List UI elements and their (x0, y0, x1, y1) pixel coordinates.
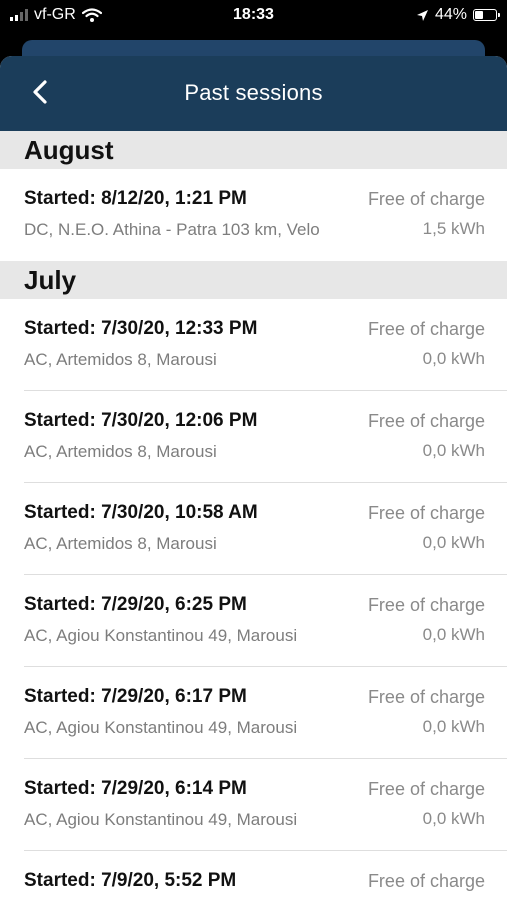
session-energy: 0,0 kWh (422, 349, 485, 368)
session-price: Free of charge (367, 687, 485, 707)
section-header-august: August (0, 131, 507, 169)
section-header-july: July (0, 261, 507, 299)
session-start-time: Started: 7/30/20, 10:58 AM (24, 502, 258, 523)
session-row[interactable]: Started: 8/12/20, 1:21 PM DC, N.E.O. Athi… (0, 169, 507, 261)
session-start-time: Started: 7/29/20, 6:17 PM (24, 686, 247, 707)
session-location: AC, Artemidos 8, Marousi (24, 534, 217, 553)
session-price: Free of charge (367, 189, 485, 209)
session-energy: 0,0 kWh (422, 533, 485, 552)
status-bar: vf-GR 18:33 44% (0, 0, 507, 32)
session-row[interactable]: Started: 7/29/20, 6:17 PM AC, Agiou Konst… (0, 667, 507, 759)
session-start-time: Started: 7/29/20, 6:14 PM (24, 778, 247, 799)
session-price: Free of charge (367, 503, 485, 523)
session-row[interactable]: Started: 7/29/20, 6:25 PM AC, Agiou Konst… (0, 575, 507, 667)
session-price: Free of charge (367, 411, 485, 431)
session-row[interactable]: Started: 7/30/20, 10:58 AM AC, Artemidos … (0, 483, 507, 575)
session-price: Free of charge (367, 319, 485, 339)
session-price: Free of charge (367, 871, 485, 891)
past-sessions-sheet: Past sessions August Started: 8/12/20, 1:… (0, 56, 507, 900)
session-energy: 0,0 kWh (422, 717, 485, 736)
header-bar: Past sessions (0, 56, 507, 131)
page-title: Past sessions (184, 80, 323, 105)
session-start-time: Started: 7/9/20, 5:52 PM (24, 870, 237, 891)
session-row[interactable]: Started: 7/30/20, 12:33 PM AC, Artemidos … (0, 299, 507, 391)
session-energy: 0,0 kWh (422, 809, 485, 828)
session-row[interactable]: Started: 7/9/20, 5:52 PM Free of charge (0, 851, 507, 900)
session-location: AC, Agiou Konstantinou 49, Marousi (24, 810, 298, 829)
battery-percent: 44% (434, 6, 467, 23)
battery-icon (473, 9, 500, 21)
session-energy: 0,0 kWh (422, 441, 485, 460)
location-arrow-icon (416, 9, 428, 21)
session-row[interactable]: Started: 7/30/20, 12:06 PM AC, Artemidos … (0, 391, 507, 483)
session-location: AC, Artemidos 8, Marousi (24, 442, 217, 461)
session-start-time: Started: 7/30/20, 12:33 PM (24, 318, 258, 339)
status-right: 44% (416, 6, 500, 24)
session-row[interactable]: Started: 7/29/20, 6:14 PM AC, Agiou Konst… (0, 759, 507, 851)
session-location: DC, N.E.O. Athina - Patra 103 km, Velo (24, 220, 320, 239)
session-location: AC, Artemidos 8, Marousi (24, 350, 217, 369)
session-price: Free of charge (367, 595, 485, 615)
session-start-time: Started: 7/29/20, 6:25 PM (24, 594, 247, 615)
session-price: Free of charge (367, 779, 485, 799)
session-location: AC, Agiou Konstantinou 49, Marousi (24, 626, 298, 645)
sessions-list[interactable]: August Started: 8/12/20, 1:21 PM DC, N.E.O… (0, 131, 507, 900)
session-start-time: Started: 7/30/20, 12:06 PM (24, 410, 258, 431)
session-energy: 0,0 kWh (422, 625, 485, 644)
session-energy: 1,5 kWh (422, 219, 485, 238)
session-start-time: Started: 8/12/20, 1:21 PM (24, 188, 247, 209)
session-location: AC, Agiou Konstantinou 49, Marousi (24, 718, 298, 737)
